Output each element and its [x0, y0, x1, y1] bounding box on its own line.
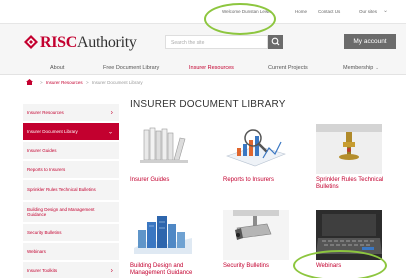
sidebar-item-insurer-toolkits[interactable]: Insurer Toolkits ›: [23, 262, 119, 278]
sidebar-item-label: Insurer Guides: [27, 148, 57, 153]
card-label: Reports to Insurers: [223, 177, 275, 183]
search-input[interactable]: Search the site: [165, 35, 268, 49]
main-nav: About Free Document Library Insurer Reso…: [0, 62, 406, 75]
chevron-down-icon: ⌄: [107, 129, 113, 135]
breadcrumb-separator: >: [40, 80, 43, 85]
card-label: Insurer Guides: [130, 177, 170, 183]
sidebar-nav: Insurer Resources › Insurer Document Lib…: [23, 104, 119, 278]
analysis-icon: [223, 124, 289, 174]
nav-item-current-projects[interactable]: Current Projects: [268, 62, 308, 74]
card-label: Building Design and Management Guidance: [130, 263, 193, 276]
home-link[interactable]: Home: [295, 9, 307, 14]
sidebar-item-insurer-guides[interactable]: Insurer Guides: [23, 142, 119, 159]
sprinkler-icon: [316, 124, 382, 174]
sidebar-item-label: Building Design and Management Guidance: [27, 206, 95, 218]
chevron-down-icon: ⌄: [375, 65, 380, 70]
sidebar-item-label: Insurer Resources: [27, 110, 64, 115]
annotation-highlight-welcome: [204, 3, 276, 35]
books-icon: [130, 124, 196, 174]
search-icon: [271, 37, 280, 46]
chevron-right-icon: ›: [110, 109, 113, 116]
sidebar-item-building-design[interactable]: Building Design and Management Guidance: [23, 202, 119, 222]
sidebar-item-insurer-resources[interactable]: Insurer Resources ›: [23, 104, 119, 121]
nav-item-free-document-library[interactable]: Free Document Library: [103, 62, 159, 74]
sidebar-item-label: Insurer Toolkits: [27, 268, 58, 273]
sidebar-item-label: Sprinkler Rules Technical Bulletins: [27, 187, 96, 193]
contact-us-link[interactable]: Contact Us: [318, 9, 340, 14]
search-button[interactable]: [268, 35, 283, 49]
sidebar-item-security-bulletins[interactable]: Security Bulletins: [23, 224, 119, 241]
sidebar-item-label: Security Bulletins: [27, 230, 62, 235]
logo-brand-text: RISC: [40, 34, 78, 51]
nav-item-about[interactable]: About: [50, 62, 64, 74]
sidebar-item-sprinkler-rules[interactable]: Sprinkler Rules Technical Bulletins: [23, 180, 119, 200]
nav-membership-label: Membership: [343, 65, 374, 71]
sidebar-item-reports-to-insurers[interactable]: Reports to Insurers: [23, 161, 119, 178]
logo-diamond-icon: [24, 35, 38, 49]
chevron-down-icon[interactable]: ⌄: [383, 7, 388, 14]
card-label: Sprinkler Rules Technical Bulletins: [316, 177, 384, 190]
home-icon[interactable]: [26, 79, 33, 85]
sidebar-item-insurer-document-library[interactable]: Insurer Document Library ⌄: [23, 123, 119, 140]
nav-item-insurer-resources[interactable]: Insurer Resources: [189, 62, 234, 74]
annotation-highlight-webinars: [293, 250, 387, 278]
top-utility-bar: Welcome Dunstan Lewis Home Contact Us Ou…: [0, 0, 406, 24]
page-title: INSURER DOCUMENT LIBRARY: [130, 99, 286, 110]
breadcrumb-separator: >: [85, 80, 89, 85]
nav-item-membership[interactable]: Membership ⌄: [343, 62, 379, 74]
logo-rest-text: Authority: [77, 34, 137, 51]
buildings-icon: [130, 210, 196, 260]
my-account-button[interactable]: My account: [344, 34, 396, 49]
sidebar-item-label: Insurer Document Library: [27, 129, 78, 134]
breadcrumb-insurer-resources[interactable]: Insurer Resources: [46, 80, 83, 85]
chevron-right-icon: ›: [110, 267, 113, 274]
sidebar-item-label: Webinars: [27, 249, 46, 254]
sidebar-item-webinars[interactable]: Webinars: [23, 243, 119, 260]
sidebar-item-label: Reports to Insurers: [27, 167, 66, 172]
our-sites-dropdown[interactable]: Our sites: [359, 9, 377, 14]
breadcrumb-current: Insurer Document Library: [91, 80, 143, 85]
cctv-icon: [223, 210, 289, 260]
